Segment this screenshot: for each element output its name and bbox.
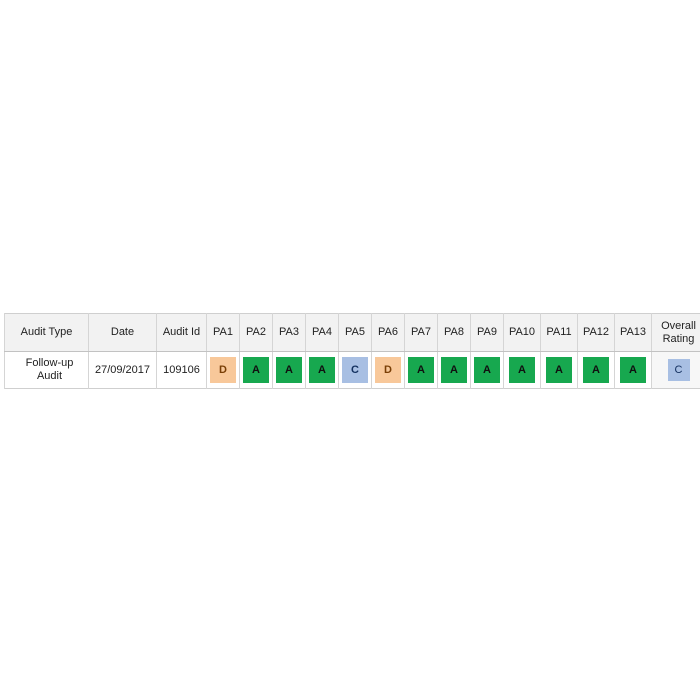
audit-results-table: Audit Type Date Audit Id PA1 PA2 PA3 PA4… [4, 313, 700, 389]
cell-pa8: A [437, 351, 471, 389]
rating-badge-pa5: C [342, 357, 368, 383]
column-header-pa7: PA7 [404, 313, 438, 352]
column-header-overall-line2: Rating [662, 332, 695, 345]
cell-pa6: D [371, 351, 405, 389]
rating-badge-pa12: A [583, 357, 609, 383]
column-header-pa10: PA10 [503, 313, 541, 352]
column-header-pa6: PA6 [371, 313, 405, 352]
rating-badge-pa13: A [620, 357, 646, 383]
cell-pa10: A [503, 351, 541, 389]
column-header-pa4: PA4 [305, 313, 339, 352]
table-header-row: Audit Type Date Audit Id PA1 PA2 PA3 PA4… [4, 313, 700, 352]
cell-audit-type: Follow-up Audit [4, 351, 89, 389]
column-header-pa1: PA1 [206, 313, 240, 352]
rating-badge-pa2: A [243, 357, 269, 383]
cell-audit-id: 109106 [156, 351, 207, 389]
column-header-pa3: PA3 [272, 313, 306, 352]
audit-results-table-container: Audit Type Date Audit Id PA1 PA2 PA3 PA4… [4, 313, 700, 389]
cell-pa2: A [239, 351, 273, 389]
cell-date: 27/09/2017 [88, 351, 157, 389]
column-header-date: Date [88, 313, 157, 352]
page-canvas: Audit Type Date Audit Id PA1 PA2 PA3 PA4… [0, 0, 700, 700]
column-header-audit-id: Audit Id [156, 313, 207, 352]
table-row: Follow-up Audit 27/09/2017 109106 D A A … [4, 351, 700, 389]
rating-badge-pa11: A [546, 357, 572, 383]
cell-pa3: A [272, 351, 306, 389]
rating-badge-pa9: A [474, 357, 500, 383]
cell-overall-rating: C [651, 351, 700, 389]
rating-badge-pa4: A [309, 357, 335, 383]
rating-badge-overall: C [667, 359, 690, 381]
column-header-pa9: PA9 [470, 313, 504, 352]
rating-badge-pa10: A [509, 357, 535, 383]
cell-pa5: C [338, 351, 372, 389]
rating-badge-pa3: A [276, 357, 302, 383]
rating-badge-pa6: D [375, 357, 401, 383]
cell-pa1: D [206, 351, 240, 389]
column-header-pa13: PA13 [614, 313, 652, 352]
column-header-overall-line1: Overall [661, 319, 696, 332]
column-header-pa2: PA2 [239, 313, 273, 352]
rating-badge-pa8: A [441, 357, 467, 383]
column-header-pa11: PA11 [540, 313, 578, 352]
column-header-pa12: PA12 [577, 313, 615, 352]
rating-badge-pa7: A [408, 357, 434, 383]
cell-pa9: A [470, 351, 504, 389]
cell-pa13: A [614, 351, 652, 389]
column-header-overall-rating: Overall Rating [651, 313, 700, 352]
rating-badge-pa1: D [210, 357, 236, 383]
cell-pa7: A [404, 351, 438, 389]
cell-pa12: A [577, 351, 615, 389]
column-header-audit-type: Audit Type [4, 313, 89, 352]
audit-type-line1: Follow-up [25, 357, 74, 369]
cell-pa4: A [305, 351, 339, 389]
column-header-pa8: PA8 [437, 313, 471, 352]
audit-type-line2: Audit [36, 370, 63, 382]
column-header-pa5: PA5 [338, 313, 372, 352]
cell-pa11: A [540, 351, 578, 389]
